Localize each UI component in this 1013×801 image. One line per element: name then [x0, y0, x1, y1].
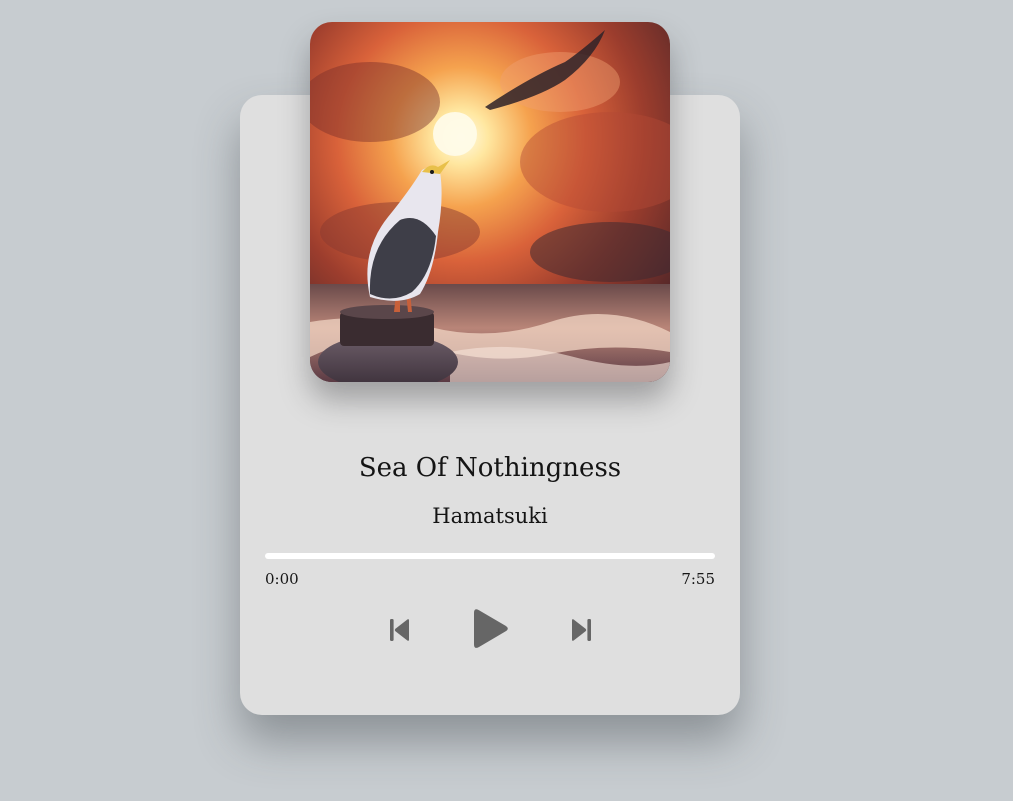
play-icon — [474, 609, 508, 648]
total-duration: 7:55 — [681, 570, 715, 588]
album-art — [310, 22, 670, 382]
track-title: Sea Of Nothingness — [358, 453, 622, 483]
previous-track-button[interactable] — [385, 613, 415, 647]
current-time: 0:00 — [265, 570, 299, 588]
skip-next-icon — [572, 619, 591, 641]
skip-previous-icon — [390, 619, 409, 641]
next-track-button[interactable] — [566, 613, 596, 647]
track-artist: Hamatsuki — [432, 504, 548, 528]
play-button[interactable] — [466, 603, 514, 657]
progress-bar[interactable] — [265, 553, 715, 559]
